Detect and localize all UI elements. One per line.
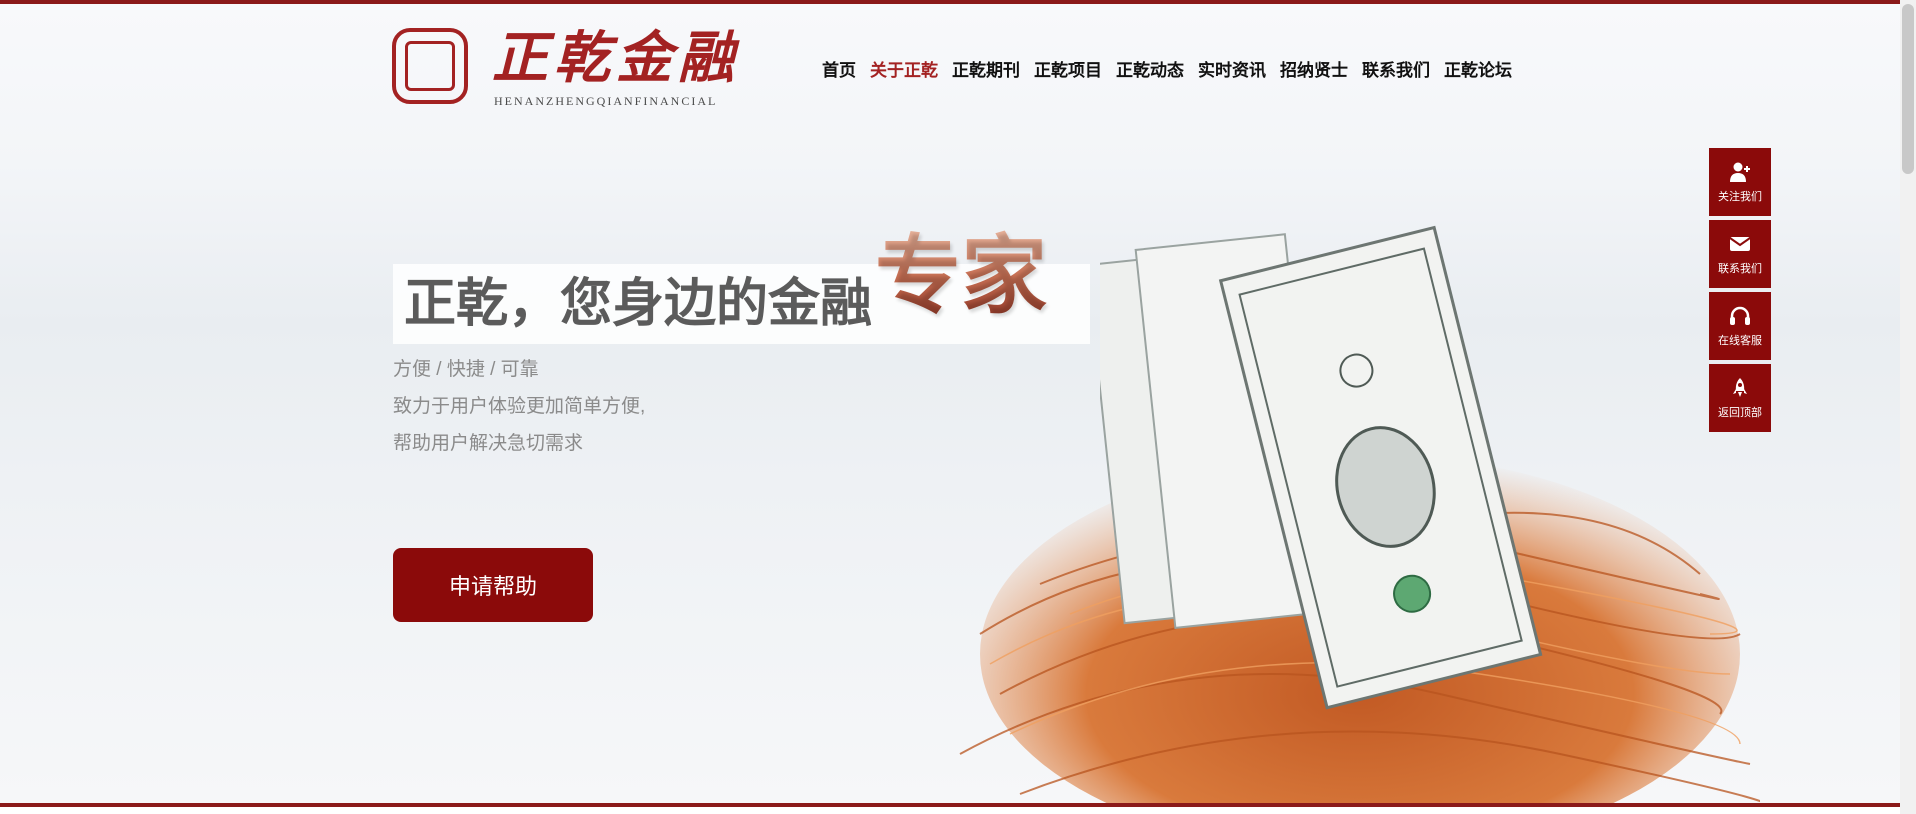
nav-item-home[interactable]: 首页 — [822, 56, 856, 81]
hero-banner: 正乾金融 HENANZHENGQIANFINANCIAL 首页 关于正乾 正乾期… — [0, 4, 1900, 803]
page-scrollbar[interactable] — [1900, 0, 1916, 814]
brand-logo[interactable]: 正乾金融 HENANZHENGQIANFINANCIAL — [392, 26, 762, 112]
logo-english-text: HENANZHENGQIANFINANCIAL — [494, 94, 718, 108]
bottom-accent-line — [0, 803, 1900, 807]
nav-item-forum[interactable]: 正乾论坛 — [1444, 56, 1512, 81]
nav-item-contact[interactable]: 联系我们 — [1362, 56, 1430, 81]
nav-item-projects[interactable]: 正乾项目 — [1034, 56, 1102, 81]
hero-description-line-2: 帮助用户解决急切需求 — [393, 433, 584, 454]
nav-item-journal[interactable]: 正乾期刊 — [952, 56, 1020, 81]
mail-icon — [1729, 237, 1751, 251]
back-to-top-label: 返回顶部 — [1718, 407, 1762, 419]
dollar-bills-illustration — [1100, 225, 1543, 710]
scrollbar-thumb[interactable] — [1902, 4, 1914, 174]
top-accent-line — [0, 0, 1900, 4]
follow-us-label: 关注我们 — [1718, 191, 1762, 203]
back-to-top-button[interactable]: 返回顶部 — [1709, 364, 1771, 432]
side-toolbar: 关注我们 联系我们 在线客服 返回顶部 — [1709, 148, 1771, 436]
contact-us-button[interactable]: 联系我们 — [1709, 220, 1771, 288]
nav-item-realtime[interactable]: 实时资讯 — [1198, 56, 1266, 81]
online-service-button[interactable]: 在线客服 — [1709, 292, 1771, 360]
nav-item-news[interactable]: 正乾动态 — [1116, 56, 1184, 81]
contact-us-label: 联系我们 — [1718, 263, 1762, 275]
nav-item-about[interactable]: 关于正乾 — [870, 56, 938, 81]
logo-seal-icon — [392, 28, 468, 104]
logo-chinese-text: 正乾金融 — [492, 25, 740, 91]
add-user-icon — [1730, 162, 1750, 182]
online-service-label: 在线客服 — [1718, 335, 1762, 347]
headset-icon — [1730, 306, 1750, 325]
rocket-icon — [1733, 378, 1747, 397]
hero-tagline: 方便 / 快捷 / 可靠 — [393, 359, 539, 380]
main-nav: 首页 关于正乾 正乾期刊 正乾项目 正乾动态 实时资讯 招纳贤士 联系我们 正乾… — [822, 56, 1526, 81]
hero-description-line-1: 致力于用户体验更加简单方便, — [393, 396, 646, 417]
hero-headline-accent: 专家 — [875, 225, 1047, 326]
apply-help-button[interactable]: 申请帮助 — [393, 548, 593, 622]
nav-item-careers[interactable]: 招纳贤士 — [1280, 56, 1348, 81]
hero-headline: 正乾，您身边的金融 — [404, 274, 873, 334]
follow-us-button[interactable]: 关注我们 — [1709, 148, 1771, 216]
